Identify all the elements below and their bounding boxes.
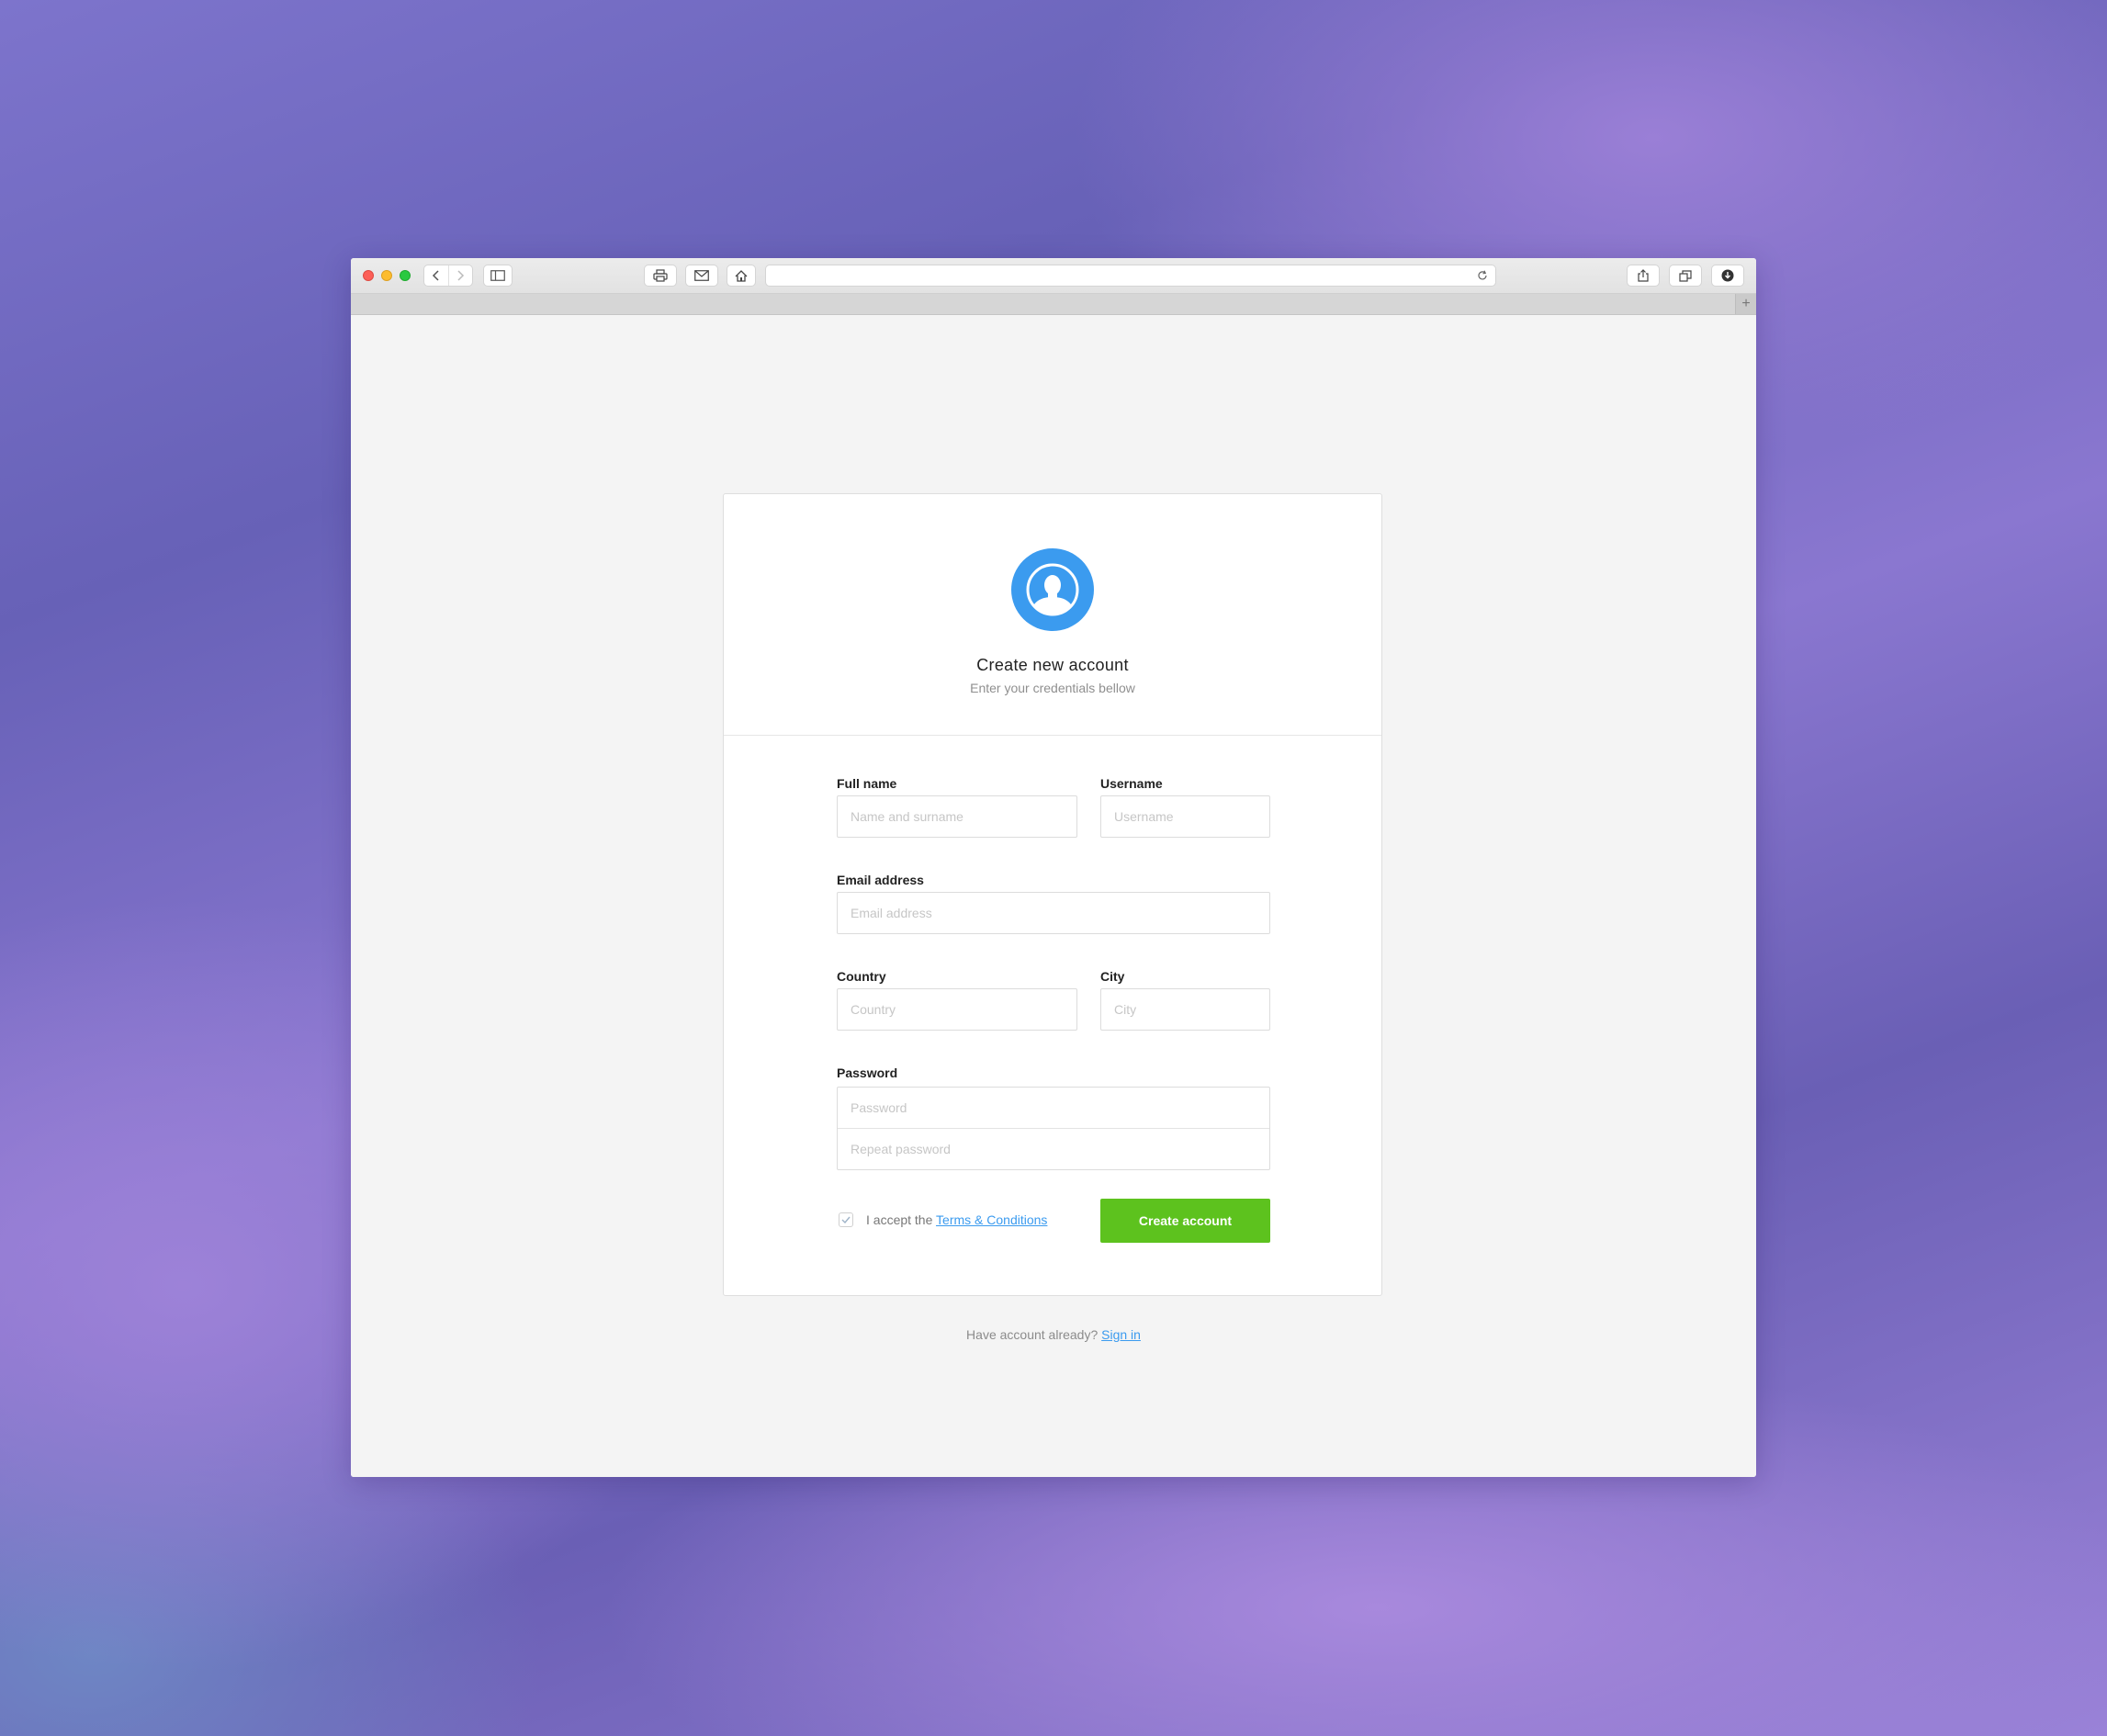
page-title: Create new account	[976, 656, 1129, 674]
fullname-label: Full name	[837, 776, 897, 791]
terms-link[interactable]: Terms & Conditions	[936, 1212, 1047, 1227]
chevron-right-icon	[457, 270, 465, 281]
tabs-button[interactable]	[1670, 265, 1701, 286]
nav-group	[424, 265, 472, 286]
mail-button[interactable]	[686, 265, 717, 286]
tabs-icon	[1679, 269, 1692, 282]
fullname-input[interactable]	[837, 795, 1077, 838]
user-avatar	[1011, 548, 1094, 631]
password-input[interactable]	[838, 1088, 1269, 1128]
email-label: Email address	[837, 873, 924, 887]
home-button[interactable]	[727, 265, 755, 286]
browser-toolbar	[351, 258, 1756, 294]
terms-text: I accept the Terms & Conditions	[866, 1212, 1047, 1227]
tab-bar: +	[351, 294, 1756, 315]
share-icon	[1638, 269, 1649, 282]
terms-checkbox[interactable]	[839, 1212, 853, 1227]
address-bar[interactable]	[766, 265, 1495, 286]
mail-icon	[694, 270, 709, 281]
chevron-left-icon	[432, 270, 439, 281]
email-input[interactable]	[837, 892, 1270, 934]
check-icon	[841, 1216, 851, 1223]
download-button[interactable]	[1712, 265, 1743, 286]
sidebar-button[interactable]	[484, 265, 512, 286]
username-input[interactable]	[1100, 795, 1270, 838]
reload-icon[interactable]	[1477, 270, 1488, 281]
download-icon	[1721, 269, 1734, 282]
browser-window: + Create new account Enter your credenti…	[351, 258, 1756, 1477]
password-group	[837, 1087, 1270, 1170]
create-account-button[interactable]: Create account	[1100, 1199, 1270, 1243]
print-button[interactable]	[645, 265, 676, 286]
signin-footer: Have account already? Sign in	[351, 1327, 1756, 1342]
username-label: Username	[1100, 776, 1163, 791]
close-window-button[interactable]	[363, 270, 374, 281]
terms-prefix: I accept the	[866, 1212, 933, 1227]
back-button[interactable]	[424, 265, 448, 286]
signin-link[interactable]: Sign in	[1101, 1327, 1141, 1342]
repeat-password-input[interactable]	[838, 1129, 1269, 1169]
forward-button[interactable]	[447, 265, 473, 286]
country-input[interactable]	[837, 988, 1077, 1031]
signin-prompt: Have account already?	[966, 1327, 1099, 1342]
page-content: Create new account Enter your credential…	[351, 315, 1756, 1477]
user-icon	[1026, 563, 1079, 616]
home-icon	[735, 269, 748, 282]
maximize-window-button[interactable]	[400, 270, 411, 281]
new-tab-button[interactable]: +	[1735, 294, 1756, 314]
print-icon	[653, 269, 668, 282]
country-label: Country	[837, 969, 886, 984]
card-header: Create new account Enter your credential…	[724, 494, 1381, 736]
city-label: City	[1100, 969, 1125, 984]
password-label: Password	[837, 1065, 898, 1080]
city-input[interactable]	[1100, 988, 1270, 1031]
page-subtitle: Enter your credentials bellow	[970, 681, 1135, 695]
share-button[interactable]	[1628, 265, 1659, 286]
minimize-window-button[interactable]	[381, 270, 392, 281]
signup-card: Create new account Enter your credential…	[723, 493, 1382, 1296]
sidebar-icon	[490, 270, 505, 281]
